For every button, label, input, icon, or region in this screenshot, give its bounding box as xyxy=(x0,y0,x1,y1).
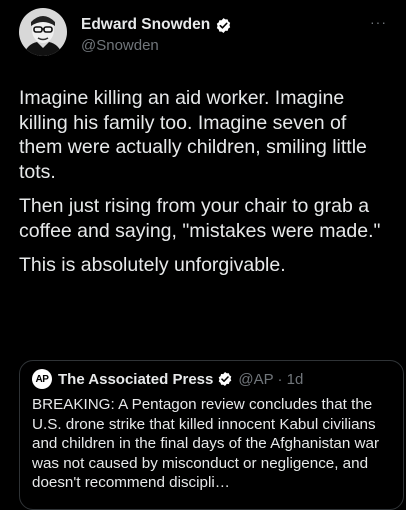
author-avatar[interactable] xyxy=(19,8,67,56)
avatar-portrait-icon xyxy=(19,8,67,56)
quoted-handle-time[interactable]: @AP · 1d xyxy=(238,371,303,388)
tweet-paragraph: This is absolutely unforgivable. xyxy=(19,254,286,276)
more-options-icon[interactable]: ··· xyxy=(370,14,387,30)
quoted-tweet[interactable]: AP The Associated Press @AP · 1d BREAKIN… xyxy=(19,360,404,510)
ap-logo-icon: AP xyxy=(32,369,52,389)
quoted-tweet-header: AP The Associated Press @AP · 1d xyxy=(32,369,303,389)
author-display-name[interactable]: Edward Snowden xyxy=(81,16,210,34)
tweet-body: Imagine killing an aid worker. Imagine k… xyxy=(19,86,391,288)
author-handle[interactable]: @Snowden xyxy=(81,37,159,54)
tweet-card: Edward Snowden @Snowden ··· Imagine kill… xyxy=(0,0,406,510)
tweet-paragraph: Then just rising from your chair to grab… xyxy=(19,195,381,242)
quoted-tweet-text: BREAKING: A Pentagon review concludes th… xyxy=(32,396,380,491)
verified-badge-icon xyxy=(215,17,232,34)
author-name-row: Edward Snowden xyxy=(81,16,232,34)
quoted-display-name[interactable]: The Associated Press xyxy=(58,371,213,388)
ap-logo-text: AP xyxy=(35,373,49,385)
quoted-verified-badge-icon xyxy=(217,371,233,387)
tweet-paragraph: Imagine killing an aid worker. Imagine k… xyxy=(19,87,367,183)
